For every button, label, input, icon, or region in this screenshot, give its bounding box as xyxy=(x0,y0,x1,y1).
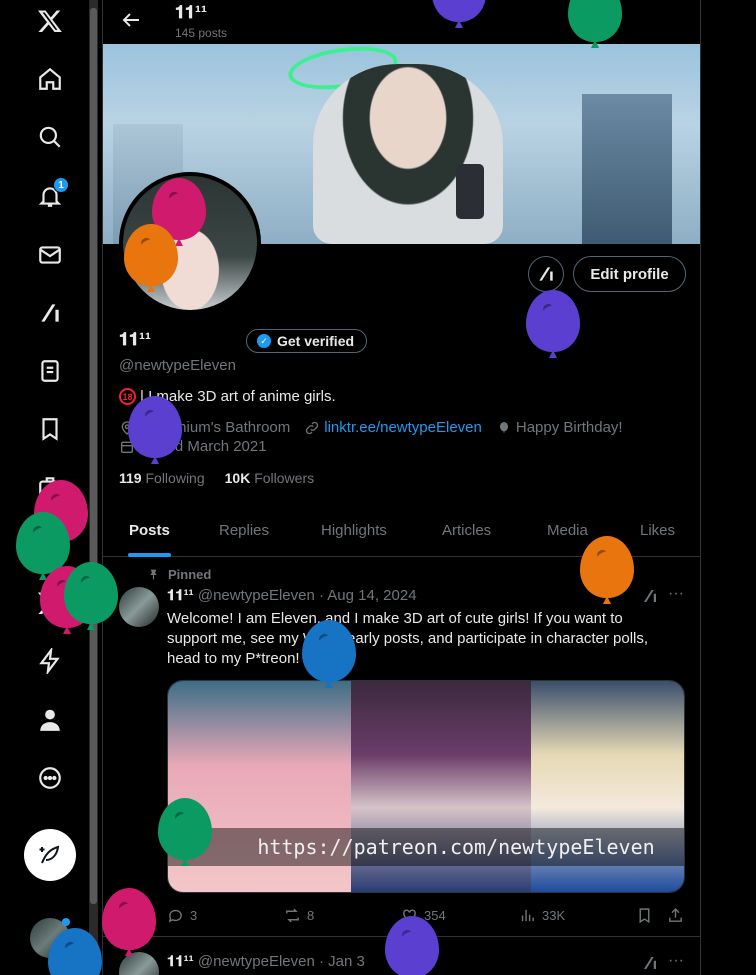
tab-replies[interactable]: Replies xyxy=(219,504,269,557)
more-options-icon[interactable]: ··· xyxy=(668,952,684,970)
messages-icon[interactable] xyxy=(25,230,75,280)
following-link[interactable]: 119 Following xyxy=(119,470,205,486)
pinned-post[interactable]: Pinned 𝟏𝟏¹¹ @newtypeEleven · Aug 14, 202… xyxy=(103,557,700,937)
verified-orgs-icon[interactable] xyxy=(25,636,75,686)
post-author[interactable]: 𝟏𝟏¹¹ xyxy=(167,953,194,970)
repost-icon xyxy=(286,908,299,923)
scrollbar-thumb[interactable] xyxy=(90,8,97,904)
birthday: Happy Birthday! xyxy=(496,419,623,436)
bookmark-icon xyxy=(639,908,650,924)
grok-icon[interactable] xyxy=(25,288,75,338)
post-text: Welcome! I am Eleven, and I make 3D art … xyxy=(167,610,649,667)
like-count: 354 xyxy=(424,908,446,923)
balloon-decoration xyxy=(526,290,580,352)
notification-badge: 1 xyxy=(53,177,69,193)
tab-media[interactable]: Media xyxy=(547,504,588,557)
more-icon[interactable] xyxy=(25,753,75,803)
pinned-label: Pinned xyxy=(168,567,212,582)
post-avatar[interactable] xyxy=(119,952,159,975)
media-caption: https://patreon.com/newtypeEleven xyxy=(168,828,684,866)
tab-likes[interactable]: Likes xyxy=(640,504,675,557)
balloon-decoration xyxy=(124,224,178,286)
balloon-decoration xyxy=(580,536,634,598)
balloon-decoration xyxy=(128,396,182,458)
get-verified-button[interactable]: ✓ Get verified xyxy=(246,329,368,353)
x-logo-icon[interactable] xyxy=(25,0,75,46)
profile-link-text[interactable]: linktr.ee/newtypeEleven xyxy=(324,419,482,436)
view-count: 33K xyxy=(542,908,566,923)
post-header: 𝟏𝟏¹¹ @newtypeEleven · Jan 3 xyxy=(167,953,365,970)
balloon-decoration xyxy=(302,620,356,682)
header-name: 𝟏𝟏¹¹ xyxy=(175,2,208,22)
balloon-decoration xyxy=(64,562,118,624)
balloon-decoration xyxy=(16,512,70,574)
repost-button[interactable]: 8 xyxy=(284,907,314,924)
balloon-decoration xyxy=(158,798,212,860)
followers-link[interactable]: 10K Followers xyxy=(225,470,314,486)
views-button[interactable]: 33K xyxy=(519,907,565,924)
home-icon[interactable] xyxy=(25,54,75,104)
grok-button[interactable] xyxy=(528,256,564,292)
balloon-decoration xyxy=(385,916,439,975)
header-post-count: 145 posts xyxy=(175,26,228,40)
explore-icon[interactable] xyxy=(25,112,75,162)
birthday-text: Happy Birthday! xyxy=(515,419,623,436)
age-18-icon: 18 xyxy=(119,388,136,405)
verified-check-icon: ✓ xyxy=(257,334,271,348)
balloon-decoration xyxy=(102,888,156,950)
following-count: 119 xyxy=(119,470,142,486)
get-verified-label: Get verified xyxy=(277,333,355,349)
follow-stats: 119 Following 10K Followers xyxy=(119,470,314,486)
profile-handle: @newtypeEleven xyxy=(119,357,236,374)
status-dot xyxy=(62,918,70,926)
reply-button[interactable]: 3 xyxy=(167,907,197,924)
repost-count: 8 xyxy=(307,908,315,923)
tab-posts[interactable]: Posts xyxy=(128,504,171,557)
display-name: 𝟏𝟏¹¹ xyxy=(119,329,152,349)
link-icon xyxy=(306,421,319,434)
tab-articles[interactable]: Articles xyxy=(442,504,491,557)
pinned-indicator: Pinned xyxy=(147,567,211,582)
grok-explain-icon[interactable] xyxy=(641,954,659,975)
notifications-icon[interactable]: 1 xyxy=(25,171,75,221)
tab-highlights[interactable]: Highlights xyxy=(321,504,387,557)
pin-icon xyxy=(150,569,157,580)
bookmarks-icon[interactable] xyxy=(25,404,75,454)
sidebar-scrollbar[interactable] xyxy=(89,0,98,975)
followers-count: 10K xyxy=(224,470,251,486)
post-compose-icon[interactable] xyxy=(24,829,76,881)
post-media[interactable]: https://patreon.com/newtypeEleven xyxy=(167,680,685,893)
profile-meta: Millennium's Bathroom linktr.ee/newtypeE… xyxy=(119,419,623,436)
followers-label: Followers xyxy=(254,470,315,486)
post-meta[interactable]: @newtypeEleven · Aug 14, 2024 xyxy=(198,587,417,604)
more-options-icon[interactable]: ··· xyxy=(668,585,684,603)
post-meta[interactable]: @newtypeEleven · Jan 3 xyxy=(198,953,365,970)
balloon-icon xyxy=(499,421,508,433)
post-header: 𝟏𝟏¹¹ @newtypeEleven · Aug 14, 2024 xyxy=(167,587,417,604)
grok-explain-icon[interactable] xyxy=(641,587,659,608)
reply-icon xyxy=(168,909,182,923)
post-author[interactable]: 𝟏𝟏¹¹ xyxy=(167,587,194,604)
following-label: Following xyxy=(145,470,205,486)
share-button[interactable] xyxy=(667,907,684,924)
lists-icon[interactable] xyxy=(25,346,75,396)
post-avatar[interactable] xyxy=(119,587,159,627)
reply-count: 3 xyxy=(190,908,198,923)
back-arrow-icon[interactable] xyxy=(119,8,143,32)
profile-link[interactable]: linktr.ee/newtypeEleven xyxy=(304,419,482,436)
views-icon xyxy=(521,909,534,922)
share-icon xyxy=(669,908,682,922)
profile-icon[interactable] xyxy=(25,695,75,745)
edit-profile-button[interactable]: Edit profile xyxy=(573,256,686,292)
bookmark-button[interactable] xyxy=(636,907,653,924)
